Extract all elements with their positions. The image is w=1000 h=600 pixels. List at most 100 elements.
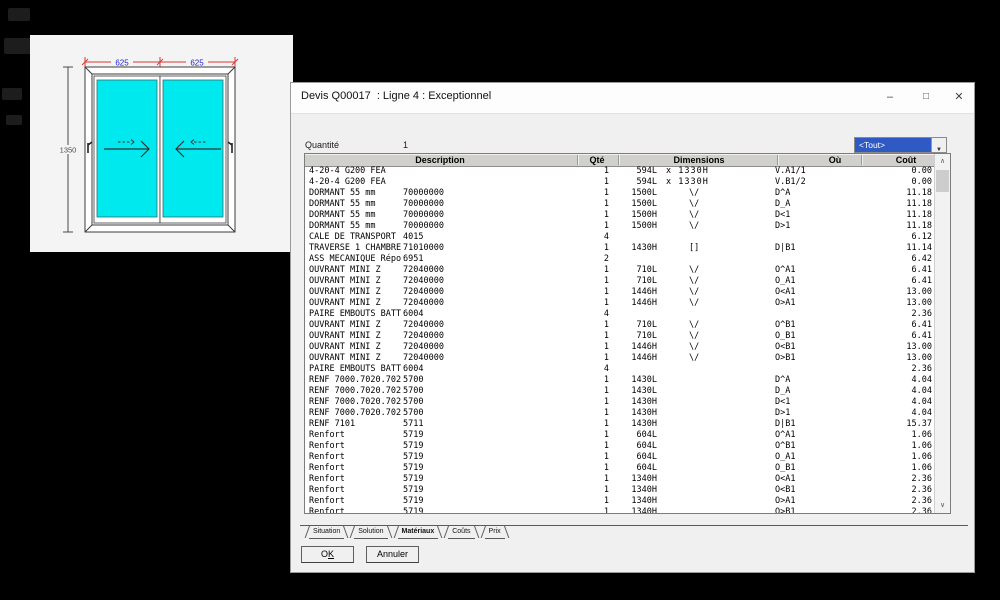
table-row[interactable]: 4-20-4 G200 FEA 1 594L x 1330H V.B1/2 0.00	[305, 177, 935, 188]
table-row[interactable]: Renfort 5719 1 1340H O>B1 2.36	[305, 507, 935, 513]
cell-qty: 1	[603, 199, 609, 209]
table-row[interactable]: OUVRANT MINI Z 72040000 1 1446H \/ O<B1 13.00	[305, 342, 935, 353]
cell-where: O<A1	[775, 287, 796, 297]
cell-dimx: x 1330H	[666, 166, 709, 176]
table-row[interactable]: OUVRANT MINI Z 72040000 1 710L \/ O^B1 6.41	[305, 320, 935, 331]
vertical-scrollbar[interactable]: ∧ ∨	[934, 154, 950, 513]
cell-dim: 594L	[636, 166, 657, 176]
cell-dim: 1430H	[631, 419, 657, 429]
table-row[interactable]: OUVRANT MINI Z 72040000 1 1446H \/ O>A1 13.00	[305, 298, 935, 309]
cell-code: 72040000	[403, 342, 444, 352]
cell-dim: 604L	[636, 430, 657, 440]
cancel-button[interactable]: Annuler	[366, 546, 419, 563]
cell-dim: 1340H	[631, 474, 657, 484]
cell-dim: 710L	[636, 331, 657, 341]
cell-code: 72040000	[403, 276, 444, 286]
cell-desc: OUVRANT MINI Z	[309, 353, 381, 363]
table-row[interactable]: OUVRANT MINI Z 72040000 1 710L \/ O^A1 6.41	[305, 265, 935, 276]
cell-sym: \/	[689, 331, 700, 341]
table-row[interactable]: RENF 7101 5711 1 1430H D|B1 15.37	[305, 419, 935, 430]
tab-materiaux[interactable]: Matériaux	[394, 524, 442, 539]
cell-dim: 1446H	[631, 353, 657, 363]
quantity-value: 1	[403, 140, 409, 150]
cell-qty: 1	[603, 188, 609, 198]
table-row[interactable]: PAIRE EMBOUTS BATT 6004 4 2.36	[305, 364, 935, 375]
table-row[interactable]: DORMANT 55 mm 70000000 1 1500L \/ D^A 11.18	[305, 188, 935, 199]
table-row[interactable]: Renfort 5719 1 604L O^A1 1.06	[305, 430, 935, 441]
cell-where: O>A1	[775, 496, 796, 506]
cell-dim: 710L	[636, 320, 657, 330]
table-row[interactable]: Renfort 5719 1 604L O^B1 1.06	[305, 441, 935, 452]
cell-where: O^A1	[775, 265, 796, 275]
cell-qty: 1	[603, 496, 609, 506]
minimize-icon[interactable]: –	[876, 87, 904, 107]
cell-sym: \/	[689, 287, 700, 297]
table-row[interactable]: RENF 7000.7020.702 5700 1 1430H D<1 4.04	[305, 397, 935, 408]
scroll-up-icon[interactable]: ∧	[935, 154, 950, 169]
table-row[interactable]: 4-20-4 G200 FEA 1 594L x 1330H V.A1/1 0.00	[305, 166, 935, 177]
table-row[interactable]: ASS MECANIQUE Répo 6951 2 6.42	[305, 254, 935, 265]
cell-desc: Renfort	[309, 452, 345, 462]
table-row[interactable]: CALE DE TRANSPORT 4015 4 6.12	[305, 232, 935, 243]
cell-dim: 1340H	[631, 496, 657, 506]
table-row[interactable]: PAIRE EMBOUTS BATT 6004 4 2.36	[305, 309, 935, 320]
tab-solution[interactable]: Solution	[351, 525, 390, 539]
table-row[interactable]: DORMANT 55 mm 70000000 1 1500L \/ D_A 11.18	[305, 199, 935, 210]
col-description[interactable]: Description	[415, 154, 465, 166]
table-row[interactable]: OUVRANT MINI Z 72040000 1 1446H \/ O<A1 13.00	[305, 287, 935, 298]
table-row[interactable]: Renfort 5719 1 604L O_B1 1.06	[305, 463, 935, 474]
cell-code: 6004	[403, 309, 424, 319]
table-row[interactable]: Renfort 5719 1 1340H O<A1 2.36	[305, 474, 935, 485]
backdrop-shape	[2, 88, 22, 100]
table-row[interactable]: Renfort 5719 1 1340H O<B1 2.36	[305, 485, 935, 496]
tab-border	[354, 538, 388, 539]
cell-code: 72040000	[403, 331, 444, 341]
tab-situation[interactable]: Situation	[306, 525, 347, 539]
cell-desc: CALE DE TRANSPORT	[309, 232, 396, 242]
dropdown-button[interactable]: ▼	[931, 138, 946, 153]
table-row[interactable]: OUVRANT MINI Z 72040000 1 710L \/ O_A1 6.41	[305, 276, 935, 287]
col-where[interactable]: Où	[829, 154, 842, 166]
cell-sym: \/	[689, 221, 700, 231]
filter-selected-value: <Tout>	[859, 140, 885, 150]
cell-desc: RENF 7101	[309, 419, 356, 429]
cell-code: 70000000	[403, 188, 444, 198]
cell-dim: 710L	[636, 265, 657, 275]
cell-sym: []	[689, 243, 700, 253]
scroll-down-icon[interactable]: ∨	[935, 498, 950, 513]
table-row[interactable]: RENF 7000.7020.702 5700 1 1430L D_A 4.04	[305, 386, 935, 397]
col-cost[interactable]: Coût	[896, 154, 917, 166]
cell-dim: 594L	[636, 177, 657, 187]
cell-cost: 1.06	[911, 463, 932, 473]
scroll-thumb[interactable]	[936, 170, 949, 192]
title-bar[interactable]: Devis Q00017 : Ligne 4 : Exceptionnel – …	[291, 83, 974, 114]
table-row[interactable]: DORMANT 55 mm 70000000 1 1500H \/ D>1 11.18	[305, 221, 935, 232]
window-drawing: 625 625 1350	[57, 57, 239, 233]
cell-cost: 2.36	[911, 309, 932, 319]
close-icon[interactable]: ✕	[945, 87, 973, 107]
table-row[interactable]: TRAVERSE 1 CHAMBRE 71010000 1 1430H [] D|B1 11…	[305, 243, 935, 254]
tab-label: Coûts	[452, 528, 471, 535]
cell-cost: 4.04	[911, 386, 932, 396]
devis-dialog: Devis Q00017 : Ligne 4 : Exceptionnel – …	[290, 82, 975, 573]
table-row[interactable]: Renfort 5719 1 1340H O>A1 2.36	[305, 496, 935, 507]
table-row[interactable]: Renfort 5719 1 604L O_A1 1.06	[305, 452, 935, 463]
cell-dim: 604L	[636, 452, 657, 462]
ok-button[interactable]: OK	[301, 546, 354, 563]
table-row[interactable]: RENF 7000.7020.702 5700 1 1430H D>1 4.04	[305, 408, 935, 419]
cell-desc: OUVRANT MINI Z	[309, 287, 381, 297]
cell-dim: 1430L	[631, 386, 657, 396]
column-divider	[618, 155, 619, 165]
table-row[interactable]: OUVRANT MINI Z 72040000 1 710L \/ O_B1 6.41	[305, 331, 935, 342]
filter-dropdown[interactable]: <Tout> ▼	[854, 137, 947, 153]
column-divider	[777, 155, 778, 165]
table-row[interactable]: OUVRANT MINI Z 72040000 1 1446H \/ O>B1 13.00	[305, 353, 935, 364]
col-qty[interactable]: Qté	[589, 154, 604, 166]
col-dimensions[interactable]: Dimensions	[673, 154, 724, 166]
maximize-icon[interactable]: □	[912, 87, 940, 107]
tab-couts[interactable]: Coûts	[445, 525, 477, 539]
table-row[interactable]: DORMANT 55 mm 70000000 1 1500H \/ D<1 11.18	[305, 210, 935, 221]
table-row[interactable]: RENF 7000.7020.702 5700 1 1430L D^A 4.04	[305, 375, 935, 386]
tab-prix[interactable]: Prix	[482, 525, 508, 539]
cell-code: 70000000	[403, 221, 444, 231]
